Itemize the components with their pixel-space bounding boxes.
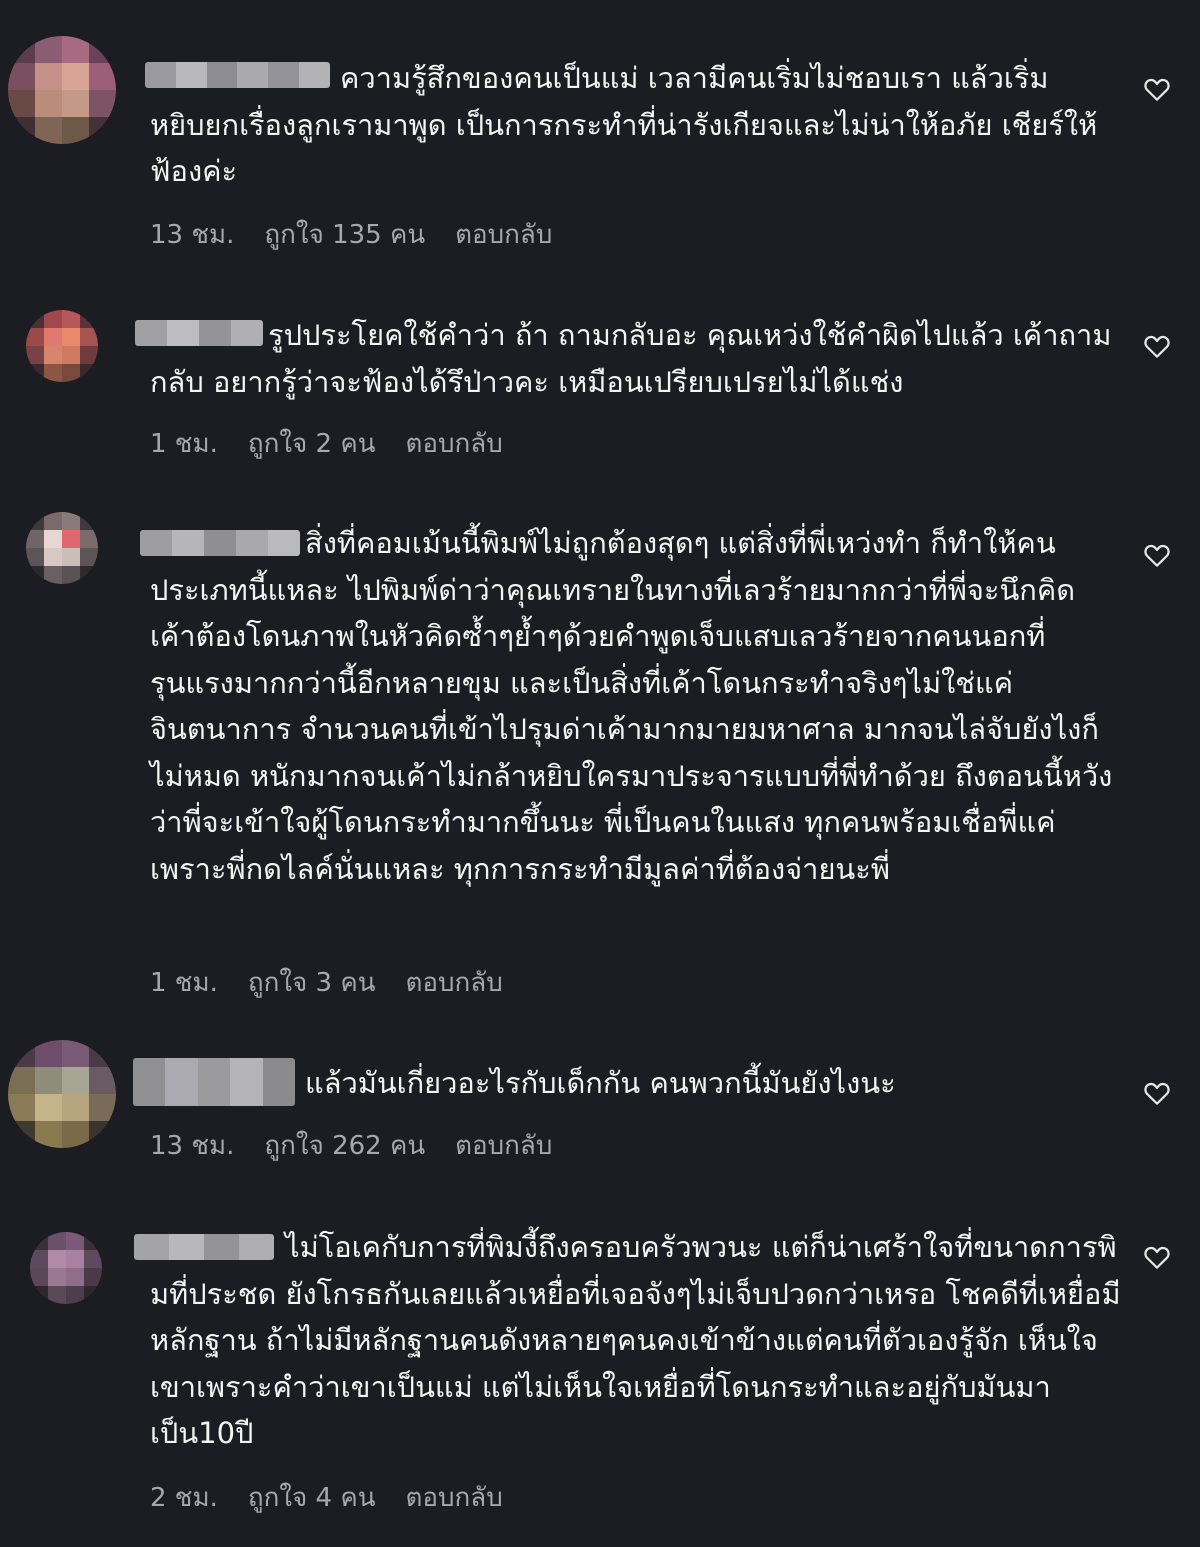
heart-outline-icon[interactable] (1142, 331, 1172, 361)
like-count[interactable]: ถูกใจ 2 คน (248, 423, 376, 464)
comment-time: 1 ชม. (150, 968, 218, 998)
comment-meta: 2 ชม. ถูกใจ 4 คน ตอบกลับ (150, 1477, 533, 1518)
comment-time: 13 ชม. (150, 220, 235, 250)
comment-time: 2 ชม. (150, 1483, 218, 1513)
comment-time: 1 ชม. (150, 429, 218, 459)
avatar[interactable] (8, 1040, 116, 1148)
comment-text: แล้วมันเกี่ยวอะไรกับเด็กกัน คนพวกนี้มันย… (305, 1066, 896, 1100)
like-count[interactable]: ถูกใจ 262 คน (264, 1125, 425, 1166)
comment-text: รูปประโยคใช้คำว่า ถ้า ถามกลับอะ คุณเหว่ง… (150, 318, 1112, 399)
reply-button[interactable]: ตอบกลับ (406, 1477, 503, 1518)
comment-meta: 1 ชม. ถูกใจ 2 คน ตอบกลับ (150, 423, 533, 464)
comment-text: ความรู้สึกของคนเป็นแม่ เวลามีคนเริ่มไม่ช… (150, 61, 1098, 188)
heart-outline-icon[interactable] (1142, 74, 1172, 104)
like-count[interactable]: ถูกใจ 4 คน (248, 1477, 376, 1518)
heart-outline-icon[interactable] (1142, 1078, 1172, 1108)
reply-button[interactable]: ตอบกลับ (406, 423, 503, 464)
avatar[interactable] (26, 512, 98, 584)
reply-button[interactable]: ตอบกลับ (406, 962, 503, 1003)
like-count[interactable]: ถูกใจ 3 คน (248, 962, 376, 1003)
comment-meta: 1 ชม. ถูกใจ 3 คน ตอบกลับ (150, 962, 533, 1003)
like-count[interactable]: ถูกใจ 135 คน (264, 214, 425, 255)
avatar[interactable] (30, 1232, 102, 1304)
reply-button[interactable]: ตอบกลับ (455, 214, 552, 255)
comment-time: 13 ชม. (150, 1131, 235, 1161)
comment-text: ไม่โอเคกับการที่พิมงี้ถึงครอบครัวพวนะ แต… (150, 1230, 1121, 1450)
comment-text: สิ่งที่คอมเม้นนี้พิมพ์ไม่ถูกต้องสุดๆ แต่… (150, 526, 1113, 886)
comment-meta: 13 ชม. ถูกใจ 262 คน ตอบกลับ (150, 1125, 582, 1166)
comment-meta: 13 ชม. ถูกใจ 135 คน ตอบกลับ (150, 214, 582, 255)
avatar[interactable] (8, 36, 116, 144)
reply-button[interactable]: ตอบกลับ (455, 1125, 552, 1166)
heart-outline-icon[interactable] (1142, 540, 1172, 570)
avatar[interactable] (26, 310, 98, 382)
heart-outline-icon[interactable] (1142, 1242, 1172, 1272)
